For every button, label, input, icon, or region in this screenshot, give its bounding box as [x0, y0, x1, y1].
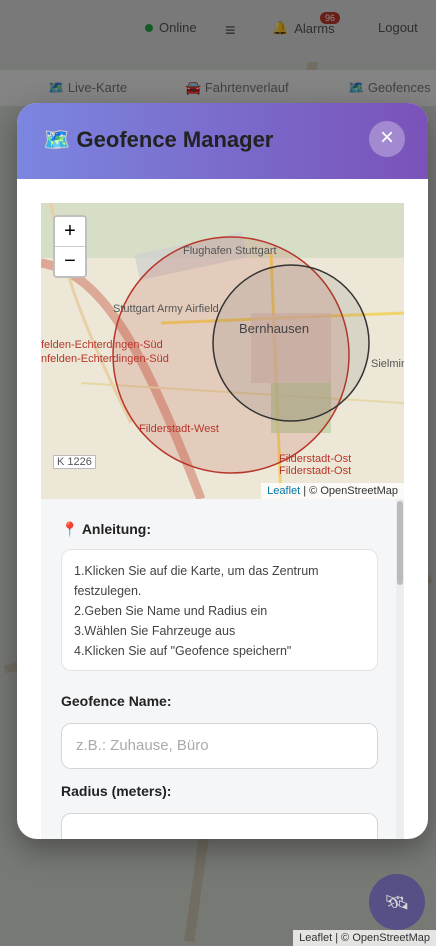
- leaflet-link[interactable]: Leaflet: [299, 932, 332, 944]
- modal-title: 🗺️ Geofence Manager: [43, 127, 274, 152]
- map-label-k1226: K 1226: [53, 455, 96, 469]
- geofence-map[interactable]: Flughafen Stuttgart Stuttgart Army Airfi…: [41, 203, 404, 499]
- instruction-line: 1.Klicken Sie auf die Karte, um das Zent…: [74, 564, 319, 578]
- map-label-bernhausen: Bernhausen: [239, 321, 310, 336]
- map-label-filderstadt-ost-1: Filderstadt-Ost: [279, 453, 352, 465]
- background-map-attribution: Leaflet | © OpenStreetMap: [293, 930, 436, 946]
- map-icon: 🗺️: [43, 127, 71, 152]
- map-label-echterdingen-2: nfelden-Echterdingen-Süd: [41, 353, 169, 365]
- instruction-line: 3.Wählen Sie Fahrzeuge aus: [74, 624, 236, 638]
- map-label-filderstadt-ost-2: Filderstadt-Ost: [279, 465, 352, 477]
- geofence-name-label: Geofence Name:: [61, 693, 172, 709]
- zoom-control: + −: [53, 215, 87, 278]
- map-label-filderstadt-west: Filderstadt-West: [139, 423, 219, 435]
- form-scroll-area[interactable]: 📍 Anleitung: 1.Klicken Sie auf die Karte…: [41, 499, 404, 839]
- pin-icon: 📍: [61, 521, 79, 537]
- zoom-in-button[interactable]: +: [55, 217, 85, 247]
- geofence-circle-small[interactable]: [212, 264, 370, 422]
- satellite-icon: 🛰: [384, 891, 410, 914]
- modal-header: 🗺️ Geofence Manager ×: [17, 103, 428, 179]
- geofence-name-input[interactable]: z.B.: Zuhause, Büro: [61, 723, 378, 769]
- map-label-sielmin: Sielmin: [371, 358, 404, 370]
- map-label-echterdingen-1: felden-Echterdingen-Süd: [41, 339, 163, 351]
- instructions-box: 1.Klicken Sie auf die Karte, um das Zent…: [61, 549, 378, 671]
- geofence-manager-modal: 🗺️ Geofence Manager × Flughafen Stuttgar…: [17, 103, 428, 839]
- close-button[interactable]: ×: [369, 121, 405, 157]
- instruction-line: festzulegen.: [74, 584, 142, 598]
- radius-label: Radius (meters):: [61, 783, 172, 799]
- scrollbar[interactable]: [396, 499, 404, 839]
- instruction-line: 4.Klicken Sie auf "Geofence speichern": [74, 644, 292, 658]
- map-label-army: Stuttgart Army Airfield: [113, 303, 219, 315]
- geofence-name-placeholder: z.B.: Zuhause, Büro: [76, 737, 209, 754]
- floating-action-button[interactable]: 🛰: [369, 874, 425, 930]
- instructions-heading: 📍 Anleitung:: [61, 521, 152, 537]
- radius-input[interactable]: [61, 813, 378, 839]
- map-label-flughafen: Flughafen Stuttgart: [183, 245, 277, 257]
- instruction-line: 2.Geben Sie Name und Radius ein: [74, 604, 268, 618]
- zoom-out-button[interactable]: −: [55, 247, 85, 276]
- map-attribution: Leaflet | © OpenStreetMap: [261, 483, 404, 499]
- leaflet-link[interactable]: Leaflet: [267, 485, 300, 497]
- scrollbar-thumb[interactable]: [397, 501, 403, 585]
